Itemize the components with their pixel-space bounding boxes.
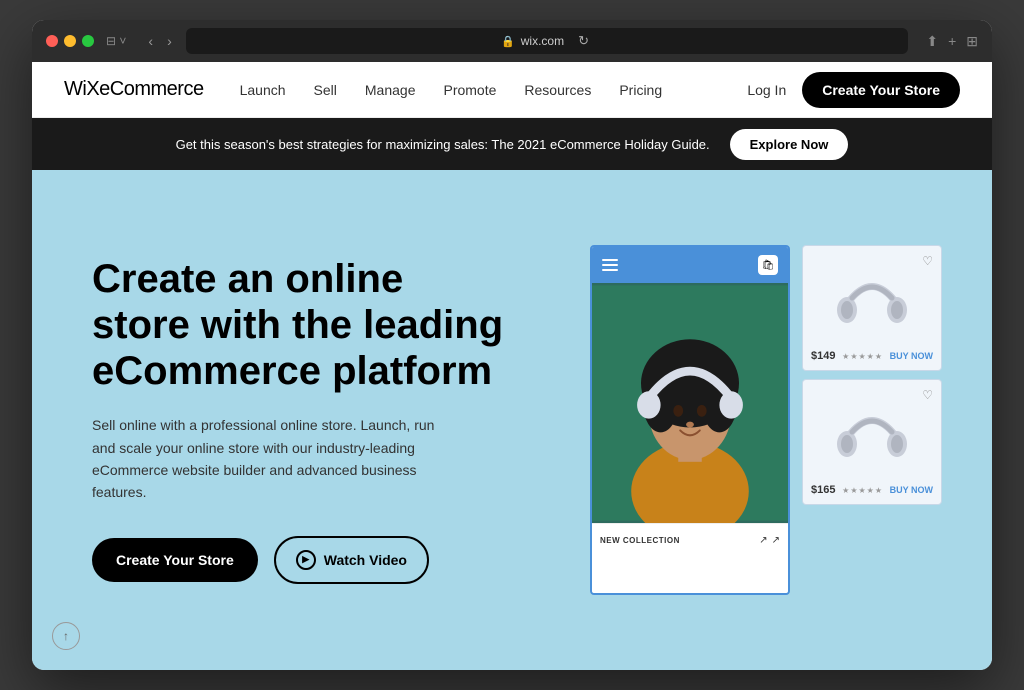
new-tab-icon[interactable]: + [948,33,956,50]
hero-product-showcase: 🛍 [590,245,942,595]
new-collection-label: NEW COLLECTION [600,536,680,545]
promo-banner: Get this season's best strategies for ma… [32,118,992,170]
cart-icon: 🛍 [758,255,778,275]
buy-now-button-2[interactable]: BUY NOW [890,485,933,495]
login-button[interactable]: Log In [747,82,786,98]
nav-link-resources[interactable]: Resources [524,82,591,98]
nav-link-launch[interactable]: Launch [240,82,286,98]
hero-cta-button[interactable]: Create Your Store [92,538,258,582]
nav-actions: Log In Create Your Store [747,72,960,108]
headphone-illustration-1 [832,264,912,334]
nav-links: Launch Sell Manage Promote Resources Pri… [240,82,748,98]
person-headphones-illustration [592,283,788,523]
banner-text: Get this season's best strategies for ma… [176,137,710,152]
headphone-illustration-2 [832,398,912,468]
share-icon[interactable]: ⬆ [926,33,938,50]
back-button[interactable]: ‹ [144,31,157,51]
product-price-2: $165 [811,484,835,496]
mockup-header: 🛍 [592,247,788,283]
nav-link-promote[interactable]: Promote [443,82,496,98]
logo[interactable]: WiXeCommerce [64,78,204,101]
buy-now-button-1[interactable]: BUY NOW [890,351,933,361]
nav-link-pricing[interactable]: Pricing [619,82,662,98]
arrow-icon-1: ↗ [759,535,767,546]
browser-actions: ⬆ + ⊞ [926,33,978,50]
wishlist-icon-2[interactable]: ♡ [922,388,933,402]
product-card-2-footer: $165 ★★★★★ BUY NOW [811,484,933,496]
hero-section: Create an online store with the leading … [32,170,992,670]
product-stars-1: ★★★★★ [842,352,883,361]
browser-chrome: ⊟ ˅ ‹ › 🔒 wix.com ↻ ⬆ + ⊞ [32,20,992,62]
browser-controls: ‹ › [144,31,175,51]
navbar-cta-button[interactable]: Create Your Store [802,72,960,108]
product-stars-2: ★★★★★ [842,486,883,495]
hero-description: Sell online with a professional online s… [92,414,452,504]
product-card-1: ♡ [802,245,942,371]
fullscreen-button[interactable] [82,35,94,47]
product-cards-side: ♡ [802,245,942,595]
lock-icon: 🔒 [501,35,515,48]
play-icon: ▶ [296,550,316,570]
forward-button[interactable]: › [163,31,176,51]
product-image-1 [811,254,933,344]
watch-video-label: Watch Video [324,552,407,568]
grid-icon[interactable]: ⊞ [966,33,978,50]
traffic-lights [46,35,94,47]
watch-video-button[interactable]: ▶ Watch Video [274,536,429,584]
refresh-button[interactable]: ↻ [574,31,593,51]
scroll-up-button[interactable]: ↑ [52,622,80,650]
navbar: WiXeCommerce Launch Sell Manage Promote … [32,62,992,118]
hero-actions: Create Your Store ▶ Watch Video [92,536,512,584]
arrow-icons: ↗ ↗ [759,535,780,546]
product-image-2 [811,388,933,478]
explore-now-button[interactable]: Explore Now [730,129,849,160]
site-content: WiXeCommerce Launch Sell Manage Promote … [32,62,992,670]
window-tile-icon[interactable]: ⊟ ˅ [106,34,126,48]
nav-link-manage[interactable]: Manage [365,82,416,98]
nav-link-sell[interactable]: Sell [314,82,337,98]
arrow-icon-2: ↗ [772,535,780,546]
product-card-1-footer: $149 ★★★★★ BUY NOW [811,350,933,362]
close-button[interactable] [46,35,58,47]
scroll-up-icon: ↑ [63,629,69,643]
logo-text: WiX [64,78,99,100]
mockup-footer: NEW COLLECTION ↗ ↗ [592,523,788,557]
hero-title: Create an online store with the leading … [92,256,512,394]
hero-content: Create an online store with the leading … [92,256,512,584]
url-text: wix.com [521,34,564,48]
product-hero-image [592,283,788,523]
hamburger-icon [602,259,618,271]
store-mockup-main: 🛍 [590,245,790,595]
logo-suffix: eCommerce [99,78,203,100]
product-price-1: $149 [811,350,835,362]
browser-window: ⊟ ˅ ‹ › 🔒 wix.com ↻ ⬆ + ⊞ WiXeCommerce L… [32,20,992,670]
address-bar[interactable]: 🔒 wix.com ↻ [186,28,909,54]
minimize-button[interactable] [64,35,76,47]
product-card-2: ♡ [802,379,942,505]
wishlist-icon-1[interactable]: ♡ [922,254,933,268]
